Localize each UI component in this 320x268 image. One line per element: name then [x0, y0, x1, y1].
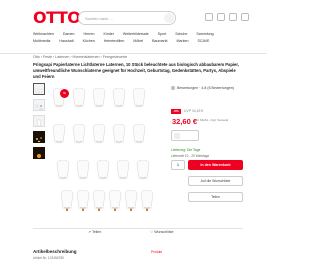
- lantern-image-10: [132, 124, 146, 146]
- lantern-image-16: [60, 190, 74, 212]
- main-navigation: Weihnachten Damen Herren Kinder Weiterbilder…: [33, 31, 265, 45]
- thumbnail-3[interactable]: [33, 115, 45, 127]
- account-icon[interactable]: [229, 13, 237, 21]
- delivery-info[interactable]: Lieferung: Die Tage: [171, 148, 200, 153]
- nav-item-moebel[interactable]: Möbel: [133, 39, 143, 43]
- variant-selector[interactable]: [171, 130, 199, 141]
- nav-item-weihnachten[interactable]: Weihnachten: [33, 32, 54, 36]
- lantern-image-12: [76, 160, 90, 182]
- rating-text: Bewertungen · 4,8 (6 Bewertungen): [177, 86, 234, 90]
- lantern-image-21: [140, 190, 154, 212]
- section-title: Artikelbeschreibung: [33, 249, 77, 254]
- service-icon[interactable]: [205, 13, 213, 21]
- lantern-image-9: [112, 124, 126, 146]
- delivery-time: Lieferzeit 10 - 20 Werktage: [171, 154, 210, 158]
- lantern-image-7: [72, 124, 86, 146]
- thumbnail-2[interactable]: [33, 99, 45, 111]
- share-button[interactable]: Teilen: [188, 192, 243, 202]
- lantern-image-15: [136, 160, 150, 182]
- lantern-image-4: [112, 88, 126, 110]
- otto-logo[interactable]: OTTO: [33, 10, 81, 26]
- rating-row[interactable]: Bewertungen · 4,8 (6 Bewertungen): [171, 86, 234, 91]
- gallery-wishlist-link[interactable]: ♡ Wunschliste: [150, 230, 174, 234]
- nav-item-sport[interactable]: Sport: [158, 32, 167, 36]
- section-link[interactable]: Produkt: [151, 250, 162, 254]
- quantity-select[interactable]: 1: [171, 160, 185, 170]
- lantern-image-18: [92, 190, 106, 212]
- lantern-image-5: [132, 88, 146, 110]
- gallery-divider: [33, 228, 243, 229]
- nav-item-sale[interactable]: Weiterbildersale: [123, 32, 149, 36]
- page-header: OTTO Suchen nach ...: [0, 0, 267, 26]
- nav-divider: [0, 53, 267, 54]
- lantern-image-11: [56, 160, 70, 182]
- sale-badge: %: [60, 89, 69, 98]
- lantern-image-17: [76, 190, 90, 212]
- lantern-image-19: [108, 190, 122, 212]
- nav-item-sammlung[interactable]: Sammlung: [196, 32, 213, 36]
- gallery-share-link[interactable]: ↗ Teilen: [88, 230, 101, 234]
- add-to-cart-button[interactable]: In den Warenkorb: [188, 160, 243, 170]
- nav-item-kinder[interactable]: Kinder: [104, 32, 114, 36]
- breadcrumb[interactable]: Otto › Feste › Laternen › Himmelslaterne…: [33, 55, 127, 59]
- lantern-image-3: [92, 88, 106, 110]
- nav-item-multimedia[interactable]: Multimedia: [33, 39, 50, 43]
- gallery-wishlist-label: Wunschliste: [154, 230, 174, 234]
- lantern-image-20: [124, 190, 138, 212]
- thumbnail-strip: [33, 83, 45, 163]
- lantern-image-13: [96, 160, 110, 182]
- nav-item-baumarkt[interactable]: Baumarkt: [152, 39, 167, 43]
- thumbnail-1[interactable]: [33, 83, 45, 95]
- nav-item-heimtextilien[interactable]: Heimtextilien: [104, 39, 125, 43]
- nav-row-2: Multimedia Haushalt Küchen Heimtextilien Möb…: [33, 38, 265, 45]
- nav-item-kuechen[interactable]: Küchen: [83, 39, 95, 43]
- product-image[interactable]: [52, 86, 164, 218]
- nav-row-1: Weihnachten Damen Herren Kinder Weiterbilder…: [33, 31, 265, 38]
- search-placeholder: Suchen nach ...: [85, 16, 113, 21]
- variant-thumbnail: [174, 133, 180, 139]
- discount-badge: -5%: [171, 109, 181, 114]
- search-input[interactable]: Suchen nach ...: [78, 11, 176, 25]
- thumbnail-4[interactable]: [33, 131, 45, 143]
- lantern-image-6: [52, 124, 66, 146]
- nav-item-damen[interactable]: Damen: [63, 32, 75, 36]
- thumbnail-5[interactable]: [33, 147, 45, 159]
- rating-icon: [171, 86, 175, 91]
- lantern-image-14: [116, 160, 130, 182]
- price-note: inkl. MwSt., zzgl. Versand: [194, 118, 229, 122]
- product-title: Pringsapi Papierlaterne Lichtlaterne Lat…: [33, 62, 239, 79]
- lantern-image-2: [72, 88, 86, 110]
- lantern-image-8: [92, 124, 106, 146]
- old-price: UVP 34,49 €: [184, 109, 204, 113]
- cart-icon[interactable]: [241, 13, 249, 21]
- nav-item-scave[interactable]: SCAVE: [198, 39, 210, 43]
- wishlist-button[interactable]: Auf die Wunschliste: [188, 176, 243, 186]
- nav-item-herren[interactable]: Herren: [84, 32, 95, 36]
- search-icon[interactable]: [164, 13, 174, 23]
- nav-item-marken[interactable]: Marken: [177, 39, 189, 43]
- wishlist-icon[interactable]: [217, 13, 225, 21]
- nav-item-schuhe[interactable]: Schuhe: [175, 32, 187, 36]
- article-number: Artikel-Nr. 123456789: [33, 256, 64, 260]
- gallery-share-label: Teilen: [91, 230, 102, 234]
- nav-item-haushalt[interactable]: Haushalt: [59, 39, 73, 43]
